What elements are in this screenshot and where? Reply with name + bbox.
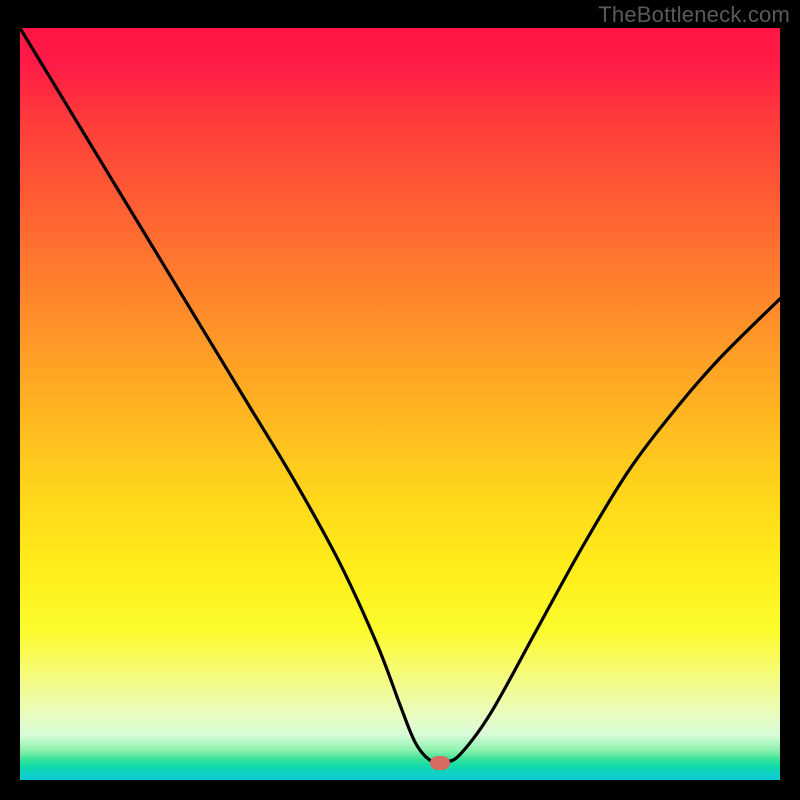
bottleneck-curve <box>20 28 780 780</box>
chart-frame: TheBottleneck.com <box>0 0 800 800</box>
minimum-marker <box>430 756 450 770</box>
plot-area <box>20 28 780 780</box>
curve-path <box>20 28 780 763</box>
watermark-text: TheBottleneck.com <box>598 2 790 28</box>
